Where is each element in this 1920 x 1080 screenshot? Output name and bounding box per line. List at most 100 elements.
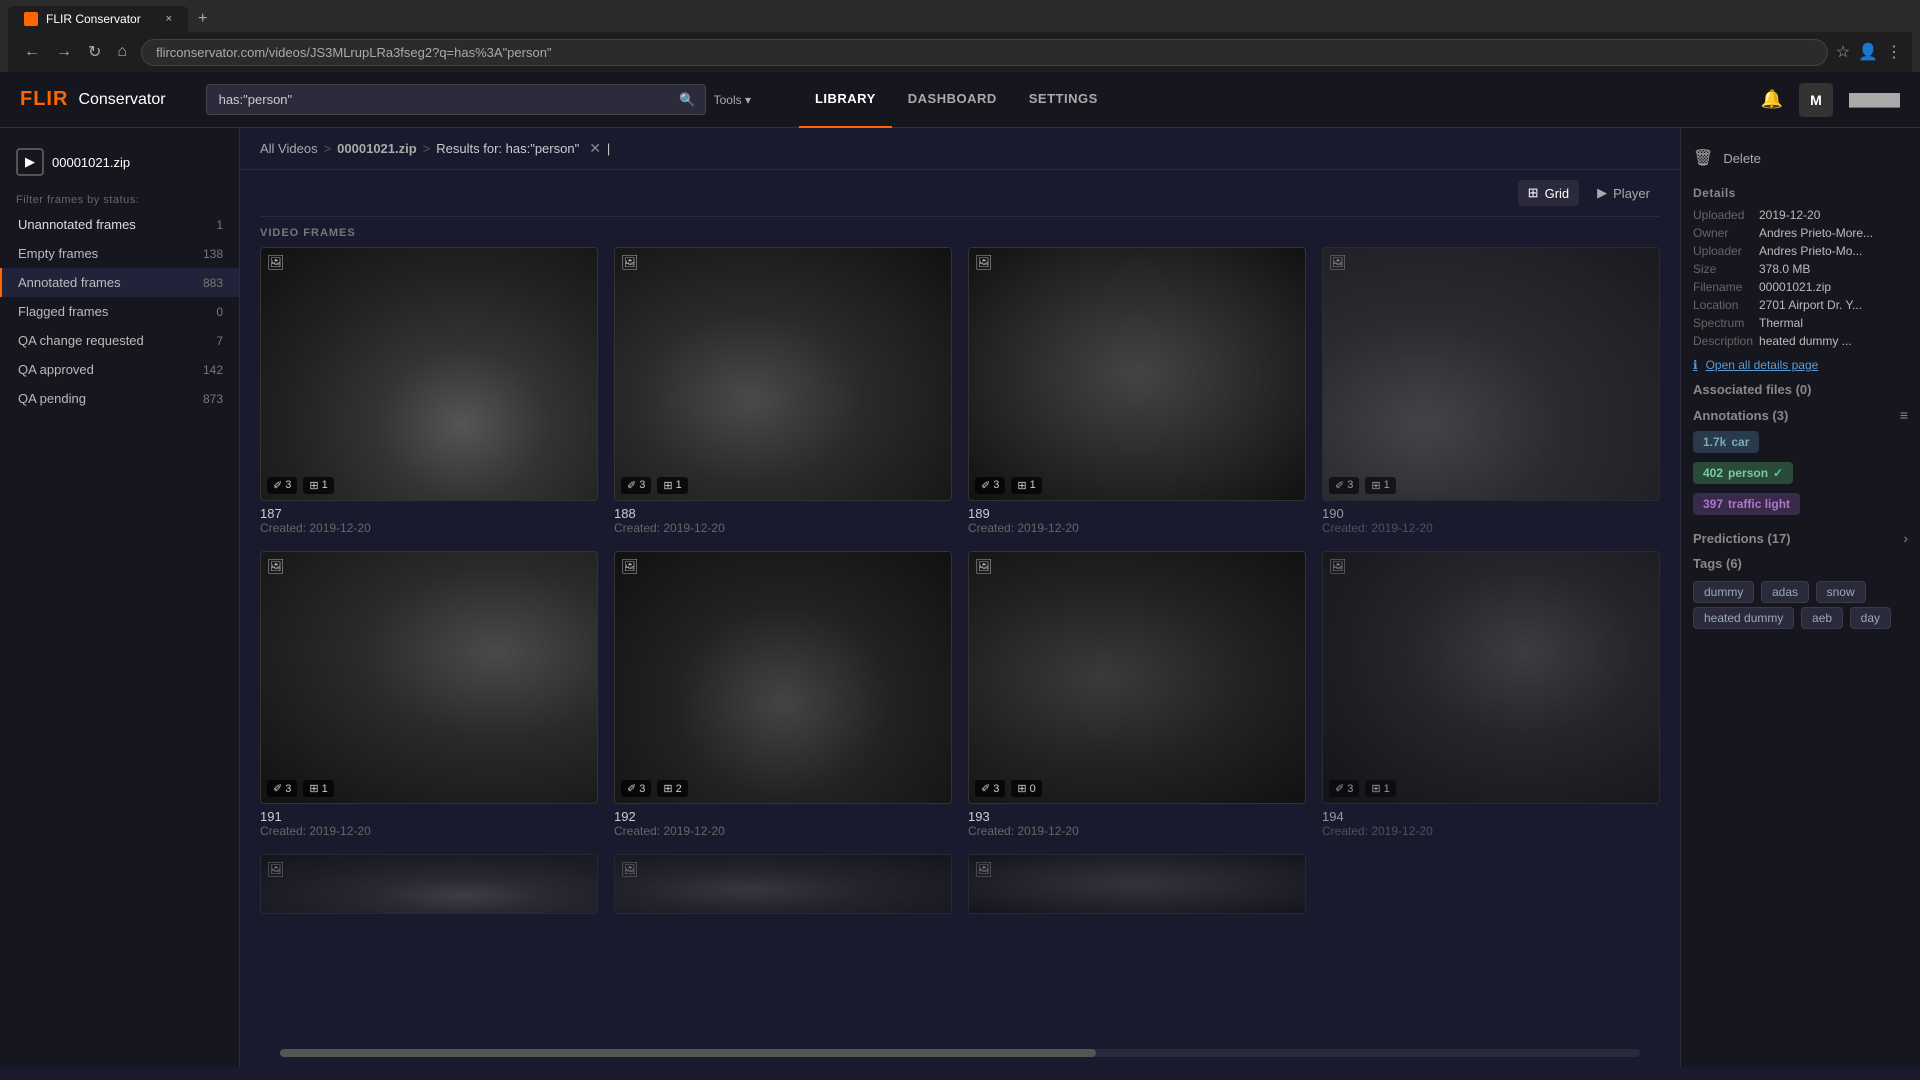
- frame-num-193: 193: [968, 809, 1306, 824]
- breadcrumb-clear-button[interactable]: ✕: [589, 140, 601, 157]
- breadcrumb-all-videos[interactable]: All Videos: [260, 141, 318, 156]
- frame-card-195[interactable]: 🖼: [260, 854, 598, 914]
- frame-card-194[interactable]: 🖼 ✐3 ⊞1 194 Created: 2019-12-20: [1322, 551, 1660, 839]
- open-details-link[interactable]: ℹ Open all details page: [1693, 358, 1908, 372]
- bookmark-star-icon[interactable]: ☆: [1836, 42, 1850, 62]
- new-tab-button[interactable]: +: [188, 6, 217, 32]
- annotation-car-tag[interactable]: 1.7k car: [1693, 431, 1759, 453]
- frame-detection-badge-192: ⊞2: [657, 780, 687, 797]
- home-button[interactable]: ⌂: [111, 38, 133, 66]
- refresh-button[interactable]: ↻: [82, 38, 107, 66]
- sidebar-item-qa-approved[interactable]: QA approved 142: [0, 355, 239, 384]
- tag-snow[interactable]: snow: [1816, 581, 1866, 603]
- active-tab[interactable]: FLIR Conservator ×: [8, 6, 188, 32]
- nav-settings[interactable]: SETTINGS: [1013, 72, 1114, 128]
- annotation-car-count: 1.7k: [1703, 435, 1726, 449]
- frame-thumb-191: 🖼 ✐3 ⊞1: [260, 551, 598, 805]
- sidebar-item-qa-change[interactable]: QA change requested 7: [0, 326, 239, 355]
- browser-chrome: FLIR Conservator × + ← → ↻ ⌂ flirconserv…: [0, 0, 1920, 72]
- details-spectrum: Spectrum Thermal: [1693, 316, 1908, 330]
- frame-num-187: 187: [260, 506, 598, 521]
- predictions-title: Predictions (17): [1693, 531, 1791, 546]
- annotation-person-tag[interactable]: 402 person ✓: [1693, 462, 1793, 484]
- sidebar-label-unannotated: Unannotated frames: [18, 217, 136, 232]
- frame-badges-191: ✐3 ⊞1: [267, 780, 334, 797]
- search-bar: 🔍: [206, 84, 706, 115]
- frame-date-193: Created: 2019-12-20: [968, 824, 1306, 838]
- scrollbar-track[interactable]: [280, 1049, 1640, 1057]
- profile-icon[interactable]: 👤: [1858, 42, 1878, 62]
- frame-card-192[interactable]: 🖼 ✐3 ⊞2 192 Created: 2019-12-20: [614, 551, 952, 839]
- frame-num-188: 188: [614, 506, 952, 521]
- frame-num-189: 189: [968, 506, 1306, 521]
- frame-date-191: Created: 2019-12-20: [260, 824, 598, 838]
- search-input[interactable]: [206, 84, 706, 115]
- frame-detection-badge-188: ⊞1: [657, 477, 687, 494]
- sidebar-count-empty: 138: [203, 247, 223, 261]
- annotations-header: Annotations (3) ≡: [1693, 407, 1908, 423]
- sidebar-item-qa-pending[interactable]: QA pending 873: [0, 384, 239, 413]
- player-view-button[interactable]: ▶ Player: [1587, 180, 1660, 206]
- size-value: 378.0 MB: [1759, 262, 1810, 276]
- frame-num-191: 191: [260, 809, 598, 824]
- avatar[interactable]: M: [1799, 83, 1833, 117]
- nav-library[interactable]: LIBRARY: [799, 72, 892, 128]
- frame-card-191[interactable]: 🖼 ✐3 ⊞1 191 Created: 2019-12-20: [260, 551, 598, 839]
- tag-aeb[interactable]: aeb: [1801, 607, 1843, 629]
- frame-card-196[interactable]: 🖼: [614, 854, 952, 914]
- sidebar-item-empty[interactable]: Empty frames 138: [0, 239, 239, 268]
- annotation-person-label: person: [1728, 466, 1768, 480]
- sidebar-label-annotated: Annotated frames: [18, 275, 121, 290]
- list-icon[interactable]: ≡: [1900, 407, 1908, 423]
- size-label: Size: [1693, 262, 1753, 276]
- tag-heated-dummy[interactable]: heated dummy: [1693, 607, 1794, 629]
- sidebar-item-unannotated[interactable]: Unannotated frames 1: [0, 210, 239, 239]
- search-icon[interactable]: 🔍: [679, 92, 695, 108]
- frame-image-icon-194: 🖼: [1329, 558, 1347, 575]
- scrollbar-thumb[interactable]: [280, 1049, 1096, 1057]
- predictions-chevron-icon: ›: [1903, 530, 1908, 546]
- frame-thumb-192: 🖼 ✐3 ⊞2: [614, 551, 952, 805]
- frame-image-icon-190: 🖼: [1329, 254, 1347, 271]
- predictions-row[interactable]: Predictions (17) ›: [1693, 530, 1908, 546]
- delete-action[interactable]: 🗑 Delete: [1693, 140, 1908, 176]
- sidebar-count-qa-pending: 873: [203, 392, 223, 406]
- sidebar-label-flagged: Flagged frames: [18, 304, 108, 319]
- sidebar-label-empty: Empty frames: [18, 246, 98, 261]
- frame-badges-192: ✐3 ⊞2: [621, 780, 688, 797]
- frame-card-193[interactable]: 🖼 ✐3 ⊞0 193 Created: 2019-12-20: [968, 551, 1306, 839]
- tag-day[interactable]: day: [1850, 607, 1891, 629]
- frame-card-190[interactable]: 🖼 ✐3 ⊞1 190 Created: 2019-12-20: [1322, 247, 1660, 535]
- frame-card-187[interactable]: 🖼 ✐3 ⊞1 187 Created: 2019-12-20: [260, 247, 598, 535]
- tools-button[interactable]: Tools ▾: [706, 89, 759, 111]
- tab-close-button[interactable]: ×: [166, 13, 172, 25]
- annotation-traffic-tag[interactable]: 397 traffic light: [1693, 493, 1800, 515]
- sidebar-item-annotated[interactable]: Annotated frames 883: [0, 268, 239, 297]
- grid-view-button[interactable]: ⊞ Grid: [1518, 180, 1579, 206]
- notification-icon[interactable]: 🔔: [1761, 89, 1783, 110]
- frame-annotation-badge-189: ✐3: [975, 477, 1005, 494]
- frame-detection-badge-189: ⊞1: [1011, 477, 1041, 494]
- frame-detection-badge-187: ⊞1: [303, 477, 333, 494]
- tag-dummy[interactable]: dummy: [1693, 581, 1754, 603]
- frame-card-188[interactable]: 🖼 ✐3 ⊞1 188 Created: 2019-12-20: [614, 247, 952, 535]
- breadcrumb-zip[interactable]: 00001021.zip: [337, 141, 417, 156]
- frame-annotation-badge-191: ✐3: [267, 780, 297, 797]
- section-label: VIDEO FRAMES: [260, 216, 1660, 247]
- frame-card-197[interactable]: 🖼: [968, 854, 1306, 914]
- play-icon[interactable]: ▶: [16, 148, 44, 176]
- sidebar-label-qa-pending: QA pending: [18, 391, 86, 406]
- menu-icon[interactable]: ⋮: [1886, 42, 1902, 62]
- tab-favicon: [24, 12, 38, 26]
- logo: FLIR Conservator: [20, 88, 166, 111]
- tag-adas[interactable]: adas: [1761, 581, 1809, 603]
- sidebar-item-flagged[interactable]: Flagged frames 0: [0, 297, 239, 326]
- frame-thumb-193: 🖼 ✐3 ⊞0: [968, 551, 1306, 805]
- back-button[interactable]: ←: [18, 38, 46, 66]
- forward-button[interactable]: →: [50, 38, 78, 66]
- annotation-traffic-count: 397: [1703, 497, 1723, 511]
- frame-card-189[interactable]: 🖼 ✐3 ⊞1 189 Created: 2019-12-20: [968, 247, 1306, 535]
- nav-dashboard[interactable]: DASHBOARD: [892, 72, 1013, 128]
- frame-num-194: 194: [1322, 809, 1660, 824]
- address-bar[interactable]: flirconservator.com/videos/JS3MLrupLRa3f…: [141, 39, 1828, 66]
